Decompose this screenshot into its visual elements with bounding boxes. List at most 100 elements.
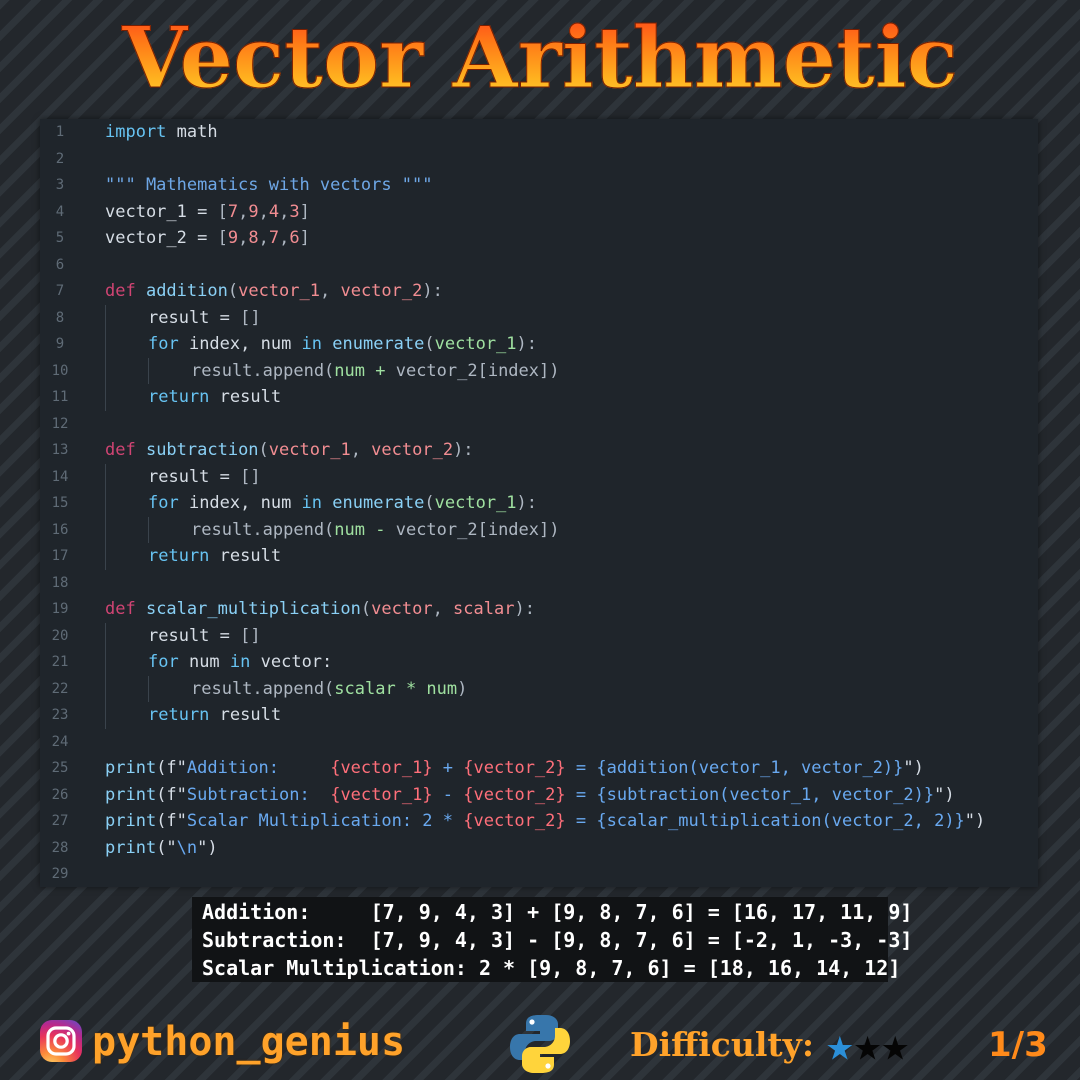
code-token: result = [148, 466, 241, 487]
code-line: 8 result = [] [40, 304, 1038, 332]
code-line: 20 result = [] [40, 622, 1038, 650]
line-number: 20 [51, 627, 69, 644]
code-text: result = [] [148, 305, 261, 332]
code-text: def scalar_multiplication(vector, scalar… [105, 596, 535, 623]
code-token: ") [964, 811, 986, 831]
code-text: return result [148, 384, 281, 411]
python-logo-icon [510, 1015, 570, 1073]
code-token: vector_1 [434, 493, 517, 513]
code-line: 9 for index, num in enumerate(vector_1): [40, 331, 1038, 358]
code-text: def subtraction(vector_1, vector_2): [105, 437, 474, 464]
line-number: 27 [51, 813, 69, 829]
line-number: 16 [51, 521, 69, 538]
code-editor: 1 import math 2 3 """ Mathematics with vecto… [40, 119, 1038, 887]
star-filled-icon: ★ [826, 1017, 854, 1071]
code-token: result = [148, 625, 241, 646]
indent-guide [105, 331, 106, 358]
code-text: result = [] [148, 464, 261, 491]
code-token: 7 [268, 228, 280, 248]
code-token: ] [299, 228, 310, 248]
code-token: {subtraction(vector_1, vector_2)} [596, 784, 935, 805]
line-number: 7 [55, 283, 65, 299]
code-text: print(f"Subtraction: {vector_1} - {vecto… [105, 782, 955, 809]
code-token: , [279, 228, 290, 248]
line-number: 6 [55, 256, 65, 273]
code-token: {vector_1} [330, 758, 433, 778]
code-token: subtraction [135, 440, 259, 460]
code-token: print [105, 811, 157, 831]
code-token: {vector_2} [463, 811, 566, 831]
code-token: (f" [156, 784, 187, 805]
code-token: 7 [227, 201, 239, 222]
line-number: 4 [55, 203, 65, 220]
code-line: 13 def subtraction(vector_1, vector_2): [40, 437, 1038, 464]
code-token: ") [903, 758, 924, 778]
code-token: 4 [268, 201, 280, 222]
code-token: return [148, 705, 210, 725]
line-number: 29 [51, 866, 69, 882]
code-token: vector_2 [340, 281, 423, 301]
code-text: result = [] [148, 623, 261, 650]
code-token: , [238, 228, 249, 248]
code-text: for index, num in enumerate(vector_1): [148, 331, 537, 358]
output-line: Subtraction: [7, 9, 4, 3] - [9, 8, 7, 6]… [202, 928, 913, 952]
code-token: Scalar Multiplication: 2 * [186, 811, 464, 831]
code-text: print("\n") [105, 835, 218, 862]
line-number: 26 [51, 786, 69, 803]
code-token: result [209, 387, 282, 407]
code-text: def addition(vector_1, vector_2): [105, 278, 443, 305]
code-token: ] [299, 201, 310, 222]
code-token: in [301, 334, 323, 354]
page-indicator: 1/3 [988, 1025, 1048, 1065]
indent-guide [148, 516, 149, 543]
code-token: def [105, 599, 136, 619]
code-token: 3 [289, 201, 300, 222]
code-token: num + [334, 360, 396, 381]
code-token: index, num [178, 334, 302, 354]
code-line: 22 result.append(scalar * num) [40, 675, 1038, 702]
code-token: , [432, 599, 454, 619]
line-number: 28 [51, 839, 69, 856]
code-token: math [166, 122, 218, 142]
code-token: , [258, 228, 269, 248]
code-token: ): [453, 440, 474, 460]
code-token: 6 [289, 228, 300, 248]
code-token: [] [240, 307, 261, 328]
code-token: index, num [178, 493, 302, 513]
code-token: result.append( [191, 360, 335, 381]
code-token: ( [424, 493, 435, 513]
code-token: = [565, 758, 597, 778]
code-token: vector_1 = [105, 201, 218, 222]
code-token: ( [424, 334, 435, 354]
code-token: scalar [453, 599, 515, 619]
code-line: 16 result.append(num - vector_2[index]) [40, 516, 1038, 543]
code-token: 9 [227, 228, 239, 248]
indent-guide [105, 516, 106, 543]
code-line: 24 [40, 729, 1038, 756]
instagram-handle[interactable]: python_genius [92, 1014, 405, 1070]
code-line: 28 print("\n") [40, 835, 1038, 862]
code-token: for [148, 493, 179, 513]
code-token: import [105, 122, 167, 142]
line-number: 18 [51, 574, 69, 591]
output-line: Addition: [7, 9, 4, 3] + [9, 8, 7, 6] = … [202, 900, 913, 924]
line-number: 22 [51, 680, 69, 697]
code-token: result [209, 546, 282, 566]
star-empty-icon: ★ [853, 1017, 882, 1071]
footer: python_genius Difficulty: ★★★ 1/3 [0, 1010, 1080, 1080]
code-text: return result [148, 702, 281, 729]
indent-guide [105, 304, 106, 331]
line-number: 13 [51, 442, 69, 458]
line-number: 8 [55, 309, 65, 326]
code-token: vector_1 [238, 281, 320, 301]
line-number: 10 [51, 362, 69, 379]
code-token: + [432, 758, 464, 778]
code-text: for num in vector: [148, 649, 332, 676]
code-text: result.append(num + vector_2[index]) [191, 358, 559, 385]
page-title: Vector Arithmetic [0, 6, 1080, 110]
line-number: 1 [55, 124, 65, 140]
code-token: vector_1 [434, 334, 517, 354]
code-token: [] [240, 625, 261, 646]
code-line: 12 [40, 411, 1038, 438]
line-number: 12 [51, 415, 69, 432]
